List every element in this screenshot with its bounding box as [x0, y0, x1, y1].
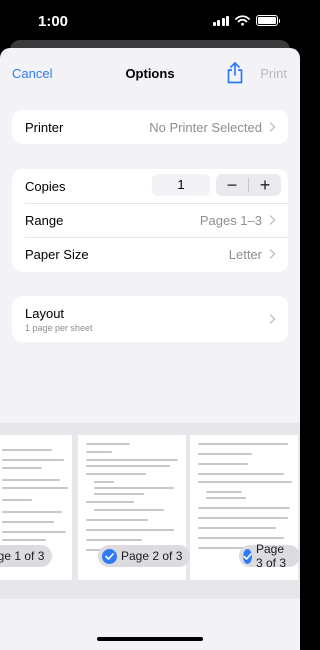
print-options-sheet: Cancel Options Print Printer No Printer …	[0, 48, 300, 650]
checkmark-icon	[243, 548, 252, 564]
increment-button[interactable]: +	[249, 174, 281, 196]
home-indicator	[97, 637, 203, 641]
paper-size-label: Paper Size	[25, 247, 89, 262]
chevron-right-icon	[269, 249, 276, 259]
layout-subtitle: 1 page per sheet	[25, 323, 93, 333]
page-badge-label: Page 3 of 3	[256, 542, 287, 570]
page-badge-3: Page 3 of 3	[239, 542, 300, 570]
chevron-right-icon	[269, 314, 276, 324]
battery-icon	[256, 15, 280, 26]
copies-field[interactable]: 1	[152, 174, 210, 196]
print-settings-card: Copies 1 − + Range Pages 1–3 Paper Size …	[12, 169, 288, 272]
page-badge-label: Page 2 of 3	[121, 549, 183, 563]
paper-size-row[interactable]: Paper Size Letter	[12, 237, 288, 271]
printer-value: No Printer Selected	[149, 120, 262, 135]
layout-card[interactable]: Layout 1 page per sheet	[12, 296, 288, 342]
cellular-signal-icon	[212, 15, 229, 26]
range-row[interactable]: Range Pages 1–3	[12, 203, 288, 237]
print-button[interactable]: Print	[260, 66, 287, 81]
navigation-bar: Cancel Options Print	[0, 48, 300, 100]
page-badge-2: Page 2 of 3	[98, 545, 191, 567]
chevron-right-icon	[269, 215, 276, 225]
status-bar: 1:00	[0, 0, 300, 44]
status-time: 1:00	[38, 13, 69, 30]
printer-row[interactable]: Printer No Printer Selected	[12, 110, 288, 144]
wifi-icon	[235, 15, 250, 26]
chevron-right-icon	[269, 122, 276, 132]
status-icons	[212, 15, 280, 26]
layout-label: Layout	[25, 306, 65, 321]
checkmark-icon	[102, 548, 117, 564]
printer-label: Printer	[25, 120, 64, 135]
paper-size-value: Letter	[228, 247, 262, 262]
page-badge-label: Page 1 of 3	[0, 549, 45, 563]
copies-stepper: − +	[216, 174, 281, 196]
page-preview-strip[interactable]: Page 1 of 3 Page 2 of 3 Page 3 of 3	[0, 423, 300, 599]
share-icon[interactable]	[226, 62, 244, 84]
page-title: Options	[125, 66, 175, 81]
copies-label: Copies	[25, 179, 66, 194]
printer-card: Printer No Printer Selected	[12, 110, 288, 144]
copies-row: Copies 1 − +	[12, 169, 288, 203]
page-badge-1: Page 1 of 3	[0, 545, 53, 567]
decrement-button[interactable]: −	[216, 174, 248, 196]
range-value: Pages 1–3	[199, 213, 262, 228]
range-label: Range	[25, 213, 64, 228]
